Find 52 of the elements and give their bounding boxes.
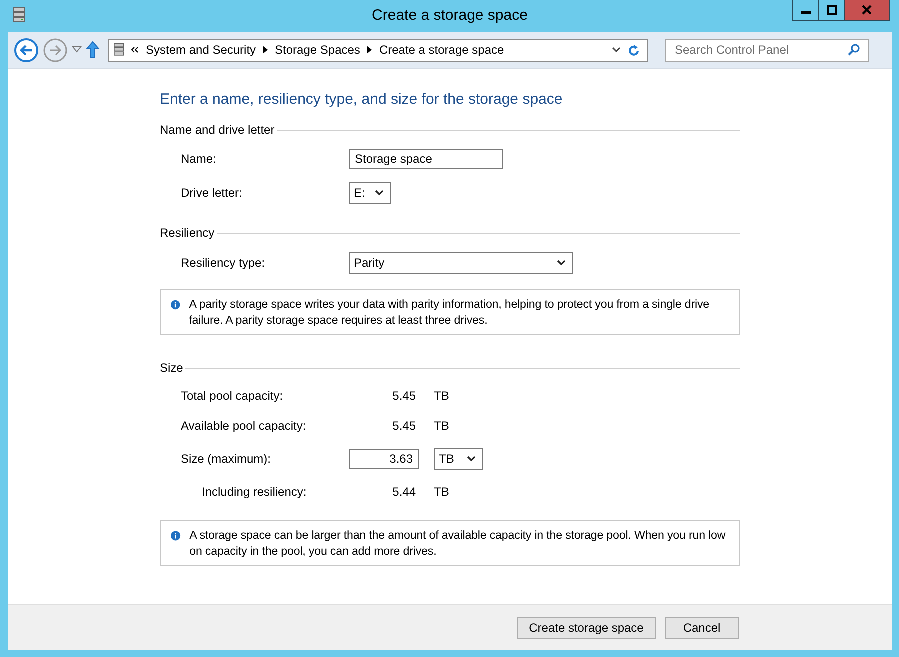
refresh-icon[interactable] [628, 44, 640, 56]
maximize-icon [826, 5, 836, 15]
dialog-button[interactable]: Cancel [665, 616, 739, 638]
breadcrumb-item[interactable]: Create a storage space [379, 43, 504, 57]
dialog-button[interactable]: Create storage space [517, 616, 656, 638]
search-field[interactable]: Search Control Panel [665, 38, 869, 62]
unit-label: TB [434, 389, 450, 403]
chevron-icon [131, 47, 139, 53]
capacity-value: 5.45 [392, 419, 416, 433]
breadcrumb-item[interactable]: Storage Spaces [275, 43, 360, 57]
drive-icon [114, 42, 124, 58]
capacity-value: 5.44 [392, 485, 416, 499]
capacity-value: 5.45 [392, 389, 416, 403]
close-icon [862, 5, 872, 15]
size-field[interactable]: 3.63 [349, 449, 419, 469]
caret-icon [375, 190, 384, 196]
field-label: Total pool capacity: [181, 389, 284, 403]
address-bar[interactable]: System and Security Storage Spaces Create a storage space [108, 38, 648, 62]
drive-letter-dropdown[interactable]: E: [349, 182, 391, 204]
field-label: Including resiliency: [202, 485, 308, 499]
unit-label: TB [434, 485, 450, 499]
section-title: Name and drive letter [160, 123, 275, 137]
search-icon [848, 44, 860, 56]
back-icon[interactable] [14, 38, 39, 62]
field-label: Available pool capacity: [181, 419, 308, 433]
breadcrumb-item[interactable]: System and Security [146, 43, 256, 57]
section-title: Size [160, 361, 184, 375]
field-label: Drive letter: [181, 186, 244, 200]
section-title: Resiliency [160, 226, 215, 240]
field-label: Resiliency type: [181, 256, 266, 270]
caret-icon [557, 260, 566, 266]
dropdown-icon[interactable] [72, 46, 82, 54]
close-button[interactable] [844, 0, 889, 20]
forward-icon[interactable] [43, 38, 68, 62]
caret-icon[interactable] [612, 47, 621, 53]
caret-icon [467, 456, 476, 462]
unit-label: TB [434, 419, 450, 433]
info-icon [171, 298, 180, 312]
name-field[interactable]: Storage space [349, 149, 503, 169]
info-icon [171, 529, 181, 543]
drive-icon [13, 7, 25, 23]
window-title: Create a storage space [372, 7, 528, 24]
info-text: A parity storage space writes your data with parity information, helping to protect you from a single drive failure. A parity storage space requires at least three drives. [189, 297, 710, 329]
triangle-icon [367, 46, 372, 54]
resiliency-dropdown[interactable]: Parity [349, 252, 573, 274]
info-text: A storage space can be larger than the amount of available capacity in the storage pool. When you run low on capacity in the pool, you can add more drives. [190, 528, 727, 560]
triangle-icon [263, 46, 268, 54]
unit-dropdown[interactable]: TB [434, 448, 483, 470]
page-heading: Enter a name, resiliency type, and size for the storage space [160, 91, 564, 110]
field-label: Size (maximum): [181, 452, 272, 466]
field-label: Name: [181, 152, 218, 166]
up-arrow-icon[interactable] [86, 41, 100, 59]
